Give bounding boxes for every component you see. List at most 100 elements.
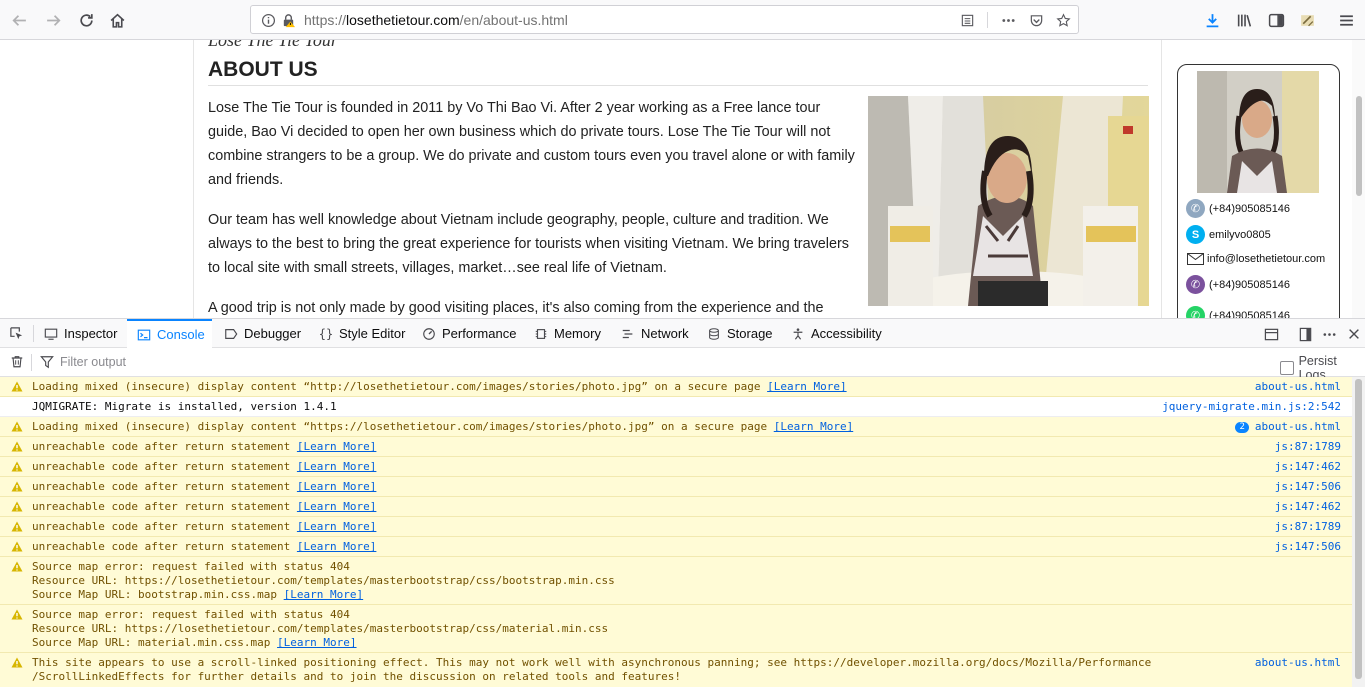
content-column: Lose The Tie Tour ABOUT US Lose The Tie … (193, 40, 1162, 318)
tab-inspector[interactable]: Inspector (43, 319, 117, 348)
repeat-count-badge: 2 (1235, 422, 1249, 433)
console-message[interactable]: JQMIGRATE: Migrate is installed, version… (0, 397, 1352, 417)
phone-number: (+84)905085146 (1209, 202, 1291, 215)
responsive-mode-button[interactable] (1261, 324, 1281, 344)
reader-view-icon[interactable] (958, 11, 976, 29)
message-location[interactable]: about-us.html (1255, 420, 1341, 433)
tab-network[interactable]: Network (620, 319, 689, 348)
learn-more-link[interactable]: [Learn More] (297, 520, 376, 533)
message-location[interactable]: js:147:462 (1275, 460, 1341, 474)
console-message[interactable]: Loading mixed (insecure) display content… (0, 417, 1352, 437)
tab-debugger[interactable]: Debugger (223, 319, 301, 348)
url-text[interactable]: https://losethetietour.com/en/about-us.h… (304, 12, 568, 28)
page-actions-icon[interactable] (999, 11, 1017, 29)
tab-storage[interactable]: Storage (706, 319, 773, 348)
url-domain: losethetietour.com (346, 12, 460, 28)
learn-more-link[interactable]: [Learn More] (297, 500, 376, 513)
downloads-button[interactable] (1199, 7, 1225, 33)
tab-label: Style Editor (339, 326, 406, 341)
console-message[interactable]: unreachable code after return statement … (0, 497, 1352, 517)
devtools-options-button[interactable] (1319, 324, 1339, 344)
web-page-viewport: Lose The Tie Tour ABOUT US Lose The Tie … (0, 40, 1365, 318)
message-location[interactable]: about-us.html (1255, 380, 1341, 394)
persist-logs-checkbox[interactable] (1280, 361, 1294, 375)
extension-button[interactable] (1294, 7, 1320, 33)
learn-more-link[interactable]: [Learn More] (277, 636, 356, 649)
tab-label: Debugger (244, 326, 302, 341)
tab-performance[interactable]: Performance (421, 319, 516, 348)
console-message[interactable]: This site appears to use a scroll-linked… (0, 653, 1352, 687)
devtools-tabbar: Inspector Console Debugger {} Style Edit… (0, 319, 1365, 348)
info-icon[interactable] (259, 11, 277, 29)
warning-icon (11, 609, 23, 620)
braces-icon: {} (318, 326, 334, 341)
close-devtools-button[interactable] (1344, 324, 1364, 344)
message-location[interactable]: js:87:1789 (1275, 440, 1341, 454)
skype-icon: S (1186, 225, 1205, 244)
message-location[interactable]: about-us.html (1255, 656, 1341, 670)
message-location[interactable]: js:87:1789 (1275, 520, 1341, 534)
back-button[interactable] (6, 7, 32, 33)
phone-icon: ✆ (1186, 199, 1205, 218)
tab-memory[interactable]: Memory (533, 319, 601, 348)
console-filter-bar: Persist Logs (0, 348, 1365, 382)
message-text: unreachable code after return statement (32, 520, 297, 533)
tab-label: Accessibility (811, 326, 882, 341)
url-prefix: https:// (304, 12, 347, 28)
library-button[interactable] (1231, 7, 1257, 33)
tab-style-editor[interactable]: {} Style Editor (318, 319, 406, 348)
console-message[interactable]: Loading mixed (insecure) display content… (0, 377, 1352, 397)
clear-console-button[interactable] (10, 354, 24, 372)
learn-more-link[interactable]: [Learn More] (297, 440, 376, 453)
pocket-icon[interactable] (1027, 11, 1045, 29)
learn-more-link[interactable]: [Learn More] (767, 380, 846, 393)
about-paragraph-1: Lose The Tie Tour is founded in 2011 by … (208, 100, 855, 188)
learn-more-link[interactable]: [Learn More] (297, 480, 376, 493)
dock-side-button[interactable] (1295, 324, 1315, 344)
bookmark-star-icon[interactable] (1054, 11, 1072, 29)
message-location[interactable]: js:147:462 (1275, 500, 1341, 514)
home-icon (110, 13, 124, 28)
console-scrollbar[interactable] (1352, 377, 1365, 687)
console-message[interactable]: unreachable code after return statement … (0, 457, 1352, 477)
learn-more-link[interactable]: [Learn More] (297, 540, 376, 553)
insecure-lock-icon[interactable] (279, 11, 297, 29)
menu-button[interactable] (1333, 7, 1359, 33)
warning-icon (11, 561, 23, 572)
console-message[interactable]: unreachable code after return statement … (0, 537, 1352, 557)
page-title: ABOUT US (208, 58, 318, 81)
forward-button[interactable] (40, 7, 66, 33)
message-location[interactable]: js:147:506 (1275, 540, 1341, 554)
home-button[interactable] (104, 7, 130, 33)
message-location[interactable]: js:147:506 (1275, 480, 1341, 494)
warning-icon (11, 421, 23, 432)
filter-output-input[interactable] (60, 352, 760, 372)
console-message[interactable]: unreachable code after return statement … (0, 517, 1352, 537)
element-picker-button[interactable] (8, 319, 29, 348)
devtools-panel: Inspector Console Debugger {} Style Edit… (0, 318, 1365, 687)
tab-label: Console (157, 327, 205, 342)
url-bar[interactable]: https://losethetietour.com/en/about-us.h… (250, 5, 1079, 34)
console-message[interactable]: unreachable code after return statement … (0, 477, 1352, 497)
download-icon (1206, 13, 1218, 27)
message-location[interactable]: jquery-migrate.min.js:2:542 (1162, 400, 1341, 414)
learn-more-link[interactable]: [Learn More] (774, 420, 853, 433)
learn-more-link[interactable]: [Learn More] (297, 460, 376, 473)
console-scrollbar-thumb[interactable] (1355, 379, 1362, 679)
console-message[interactable]: unreachable code after return statement … (0, 437, 1352, 457)
learn-more-link[interactable]: [Learn More] (284, 588, 363, 601)
console-message[interactable]: Source map error: request failed with st… (0, 557, 1352, 605)
whatsapp-icon: ✆ (1186, 306, 1205, 318)
page-scrollbar-thumb[interactable] (1356, 96, 1362, 196)
message-text: unreachable code after return statement (32, 440, 297, 453)
page-scrollbar[interactable] (1352, 40, 1365, 318)
tab-label: Performance (442, 326, 517, 341)
about-paragraph-2: Our team has well knowledge about Vietna… (208, 212, 849, 276)
tab-accessibility[interactable]: Accessibility (790, 319, 882, 348)
tab-console[interactable]: Console (127, 319, 212, 348)
sidebar-button[interactable] (1263, 7, 1289, 33)
console-message[interactable]: Source map error: request failed with st… (0, 605, 1352, 653)
reload-button[interactable] (73, 7, 99, 33)
tab-label: Inspector (64, 326, 118, 341)
sidebar-icon (1268, 13, 1284, 27)
